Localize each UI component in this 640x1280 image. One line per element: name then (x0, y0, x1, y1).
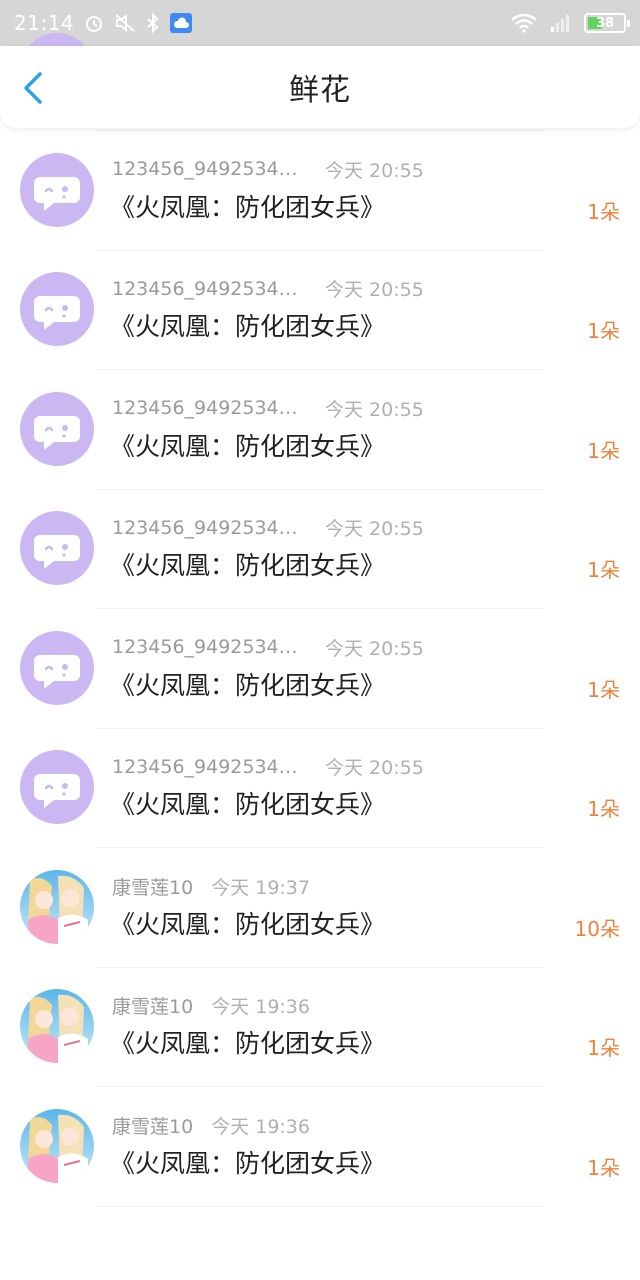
meta-line: 123456_94925344... 今天 20:55 (112, 395, 424, 422)
list-item[interactable]: 康雪莲10 今天 19:36 《火凤凰：防化团女兵》 1朵 (0, 1088, 640, 1207)
sender-name: 康雪莲10 (112, 1115, 194, 1138)
meta-line: 123456_94925344... 今天 20:55 (112, 156, 424, 183)
chevron-left-icon[interactable] (18, 72, 50, 104)
meta-line: 康雪莲10 今天 19:37 (112, 873, 310, 900)
sender-name: 123456_94925344... (112, 755, 307, 778)
avatar (20, 272, 94, 346)
book-title: 《火凤凰：防化团女兵》 (110, 312, 386, 341)
avatar (20, 750, 94, 824)
flower-count: 1朵 (587, 1155, 620, 1180)
list-item[interactable]: 123456_94925344... 今天 20:55 《火凤凰：防化团女兵》 … (0, 490, 640, 609)
sent-time: 今天 19:36 (211, 996, 310, 1018)
chat-bubble-icon (20, 630, 94, 705)
book-title: 《火凤凰：防化团女兵》 (110, 192, 386, 222)
list-item[interactable]: 123456_94925344... 今天 20:55 《火凤凰：防化团女兵》 … (0, 729, 640, 848)
chat-bubble-icon (20, 272, 94, 346)
list-item[interactable]: 123456_94925344... 今天 20:55 《火凤凰：防化团女兵》 … (0, 132, 640, 251)
chat-bubble-icon (20, 152, 94, 227)
sent-time: 今天 20:55 (325, 637, 424, 660)
book-title: 《火凤凰：防化团女兵》 (110, 1029, 386, 1058)
avatar (20, 630, 94, 705)
sender-name: 123456_94925344... (112, 397, 307, 419)
chat-bubble-icon (20, 750, 94, 824)
sent-time: 今天 19:37 (211, 876, 310, 899)
flower-count: 1朵 (587, 1036, 620, 1060)
avatar (20, 152, 94, 227)
sender-name: 123456_94925344... (112, 636, 307, 658)
book-title: 《火凤凰：防化团女兵》 (110, 670, 386, 700)
divider (96, 1205, 544, 1207)
book-title: 《火凤凰：防化团女兵》 (110, 431, 386, 461)
meta-line: 123456_94925344... 今天 20:55 (112, 634, 424, 661)
anime-avatar (20, 989, 94, 1063)
list-item[interactable]: 123456_94925344... 今天 20:55 《火凤凰：防化团女兵》 … (0, 610, 640, 729)
chat-bubble-icon (20, 391, 94, 466)
flower-count: 1朵 (587, 438, 620, 463)
meta-line: 123456_94925344... 今天 20:55 (112, 514, 424, 541)
book-title: 《火凤凰：防化团女兵》 (110, 909, 386, 939)
nav-bar: 鲜花 (0, 46, 640, 128)
flower-count: 1朵 (587, 797, 620, 821)
anime-avatar (20, 869, 94, 944)
flower-count: 1朵 (587, 558, 620, 582)
flower-count: 10朵 (574, 916, 620, 941)
flower-count: 1朵 (587, 319, 620, 343)
sender-name: 康雪莲10 (112, 876, 194, 899)
anime-avatar (20, 1108, 94, 1183)
avatar (20, 511, 94, 585)
list-item[interactable]: 康雪莲10 今天 19:37 《火凤凰：防化团女兵》 10朵 (0, 849, 640, 968)
flower-count: 1朵 (587, 199, 620, 224)
sent-time: 今天 19:36 (211, 1115, 310, 1138)
avatar (20, 391, 94, 466)
sender-name: 123456_94925344... (112, 277, 307, 300)
avatar (20, 1108, 94, 1183)
sent-time: 今天 20:55 (325, 279, 424, 301)
sender-name: 123456_94925344... (112, 516, 307, 539)
back-button[interactable] (18, 72, 50, 104)
flower-count: 1朵 (587, 677, 620, 702)
meta-line: 123456_94925344... 今天 20:55 (112, 753, 424, 780)
avatar (20, 869, 94, 944)
sender-name: 123456_94925344... (112, 158, 307, 180)
page-title: 鲜花 (289, 73, 351, 108)
sent-time: 今天 20:55 (325, 398, 424, 421)
sent-time: 今天 20:55 (325, 757, 424, 779)
book-title: 《火凤凰：防化团女兵》 (110, 1148, 386, 1178)
meta-line: 康雪莲10 今天 19:36 (112, 992, 310, 1019)
meta-line: 康雪莲10 今天 19:36 (112, 1112, 310, 1139)
sent-time: 今天 20:55 (325, 159, 424, 182)
sent-time: 今天 20:55 (325, 518, 424, 540)
chat-bubble-icon (20, 511, 94, 585)
list-item[interactable]: 康雪莲10 今天 19:36 《火凤凰：防化团女兵》 1朵 (0, 968, 640, 1087)
list-item[interactable]: 123456_94925344... 今天 20:55 《火凤凰：防化团女兵》 … (0, 371, 640, 490)
sender-name: 康雪莲10 (112, 996, 194, 1018)
book-title: 《火凤凰：防化团女兵》 (110, 551, 386, 580)
list-item[interactable]: 123456_94925344... 今天 20:55 《火凤凰：防化团女兵》 … (0, 251, 640, 370)
meta-line: 123456_94925344... 今天 20:55 (112, 275, 424, 302)
book-title: 《火凤凰：防化团女兵》 (110, 790, 386, 819)
avatar (20, 989, 94, 1063)
